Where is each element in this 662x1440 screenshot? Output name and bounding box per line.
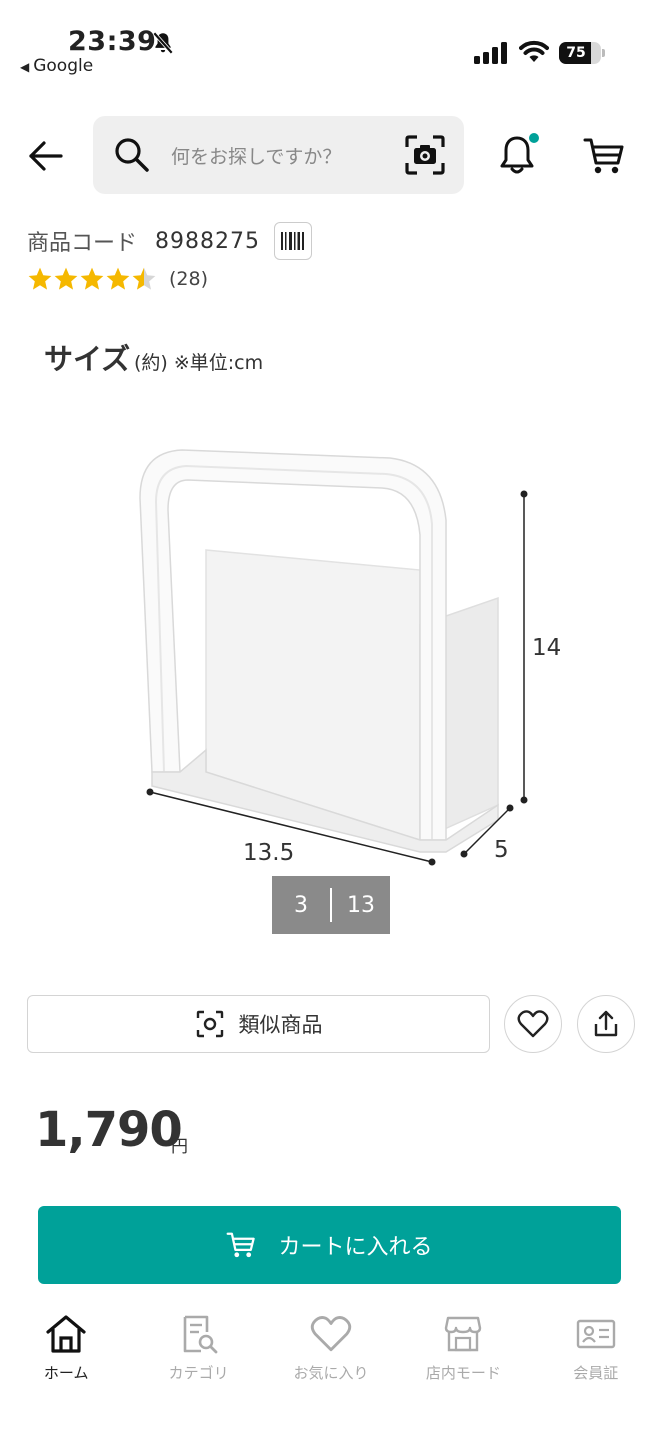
add-to-cart-label: カートに入れる	[278, 1235, 433, 1260]
signal-icon	[474, 42, 507, 64]
price-unit: 円	[171, 1137, 188, 1157]
nav-favorites[interactable]: お気に入り	[265, 1300, 397, 1410]
pager-current: 3	[294, 892, 308, 918]
size-title: サイズ	[44, 342, 131, 376]
add-to-cart-button[interactable]: カートに入れる	[38, 1206, 621, 1284]
back-to-app-link[interactable]: ◀ Google	[20, 56, 93, 76]
dimension-depth: 5	[494, 837, 509, 863]
cart-icon	[227, 1232, 256, 1258]
rating-row[interactable]: (28)	[27, 266, 208, 292]
share-icon	[594, 1010, 618, 1037]
nav-store-mode[interactable]: 店内モード	[397, 1300, 529, 1410]
nav-home-label: ホーム	[43, 1364, 89, 1382]
nav-member-card-label: 会員証	[573, 1364, 619, 1382]
store-icon	[445, 1316, 482, 1352]
nav-favorites-label: お気に入り	[293, 1364, 369, 1382]
camera-scan-icon[interactable]	[403, 133, 447, 177]
nav-category[interactable]: カテゴリ	[132, 1300, 264, 1410]
similar-products-button[interactable]: 類似商品	[27, 995, 490, 1053]
product-code-label: 商品コード	[27, 231, 138, 256]
product-code-value: 8988275	[155, 228, 260, 254]
product-image	[139, 449, 528, 866]
member-card-icon	[576, 1319, 615, 1349]
status-bar: 23:39 ◀ Google 75	[0, 0, 662, 100]
star-icon	[106, 267, 130, 290]
search-icon	[115, 138, 149, 172]
category-icon	[183, 1315, 217, 1354]
status-time: 23:39	[68, 26, 157, 57]
product-code-row: 商品コード 8988275	[27, 222, 312, 260]
star-icon	[80, 267, 104, 290]
nav-home[interactable]: ホーム	[0, 1300, 132, 1410]
battery-cap	[602, 49, 605, 57]
battery-indicator: 75	[559, 42, 601, 64]
wifi-icon	[519, 40, 549, 62]
price-amount: 1,790	[35, 1102, 183, 1158]
pager-total: 13	[347, 892, 375, 918]
size-note: (約) ※単位:cm	[134, 352, 264, 374]
search-bar[interactable]: 何をお探しですか？	[93, 116, 464, 194]
bottom-navigation: ホーム カテゴリ お気に入り 店内モード 会員証	[0, 1300, 662, 1410]
image-pager: 3 13	[272, 876, 390, 934]
back-arrow-icon[interactable]	[26, 136, 66, 176]
notification-dot	[527, 131, 541, 145]
back-triangle-icon: ◀	[20, 60, 30, 74]
similar-products-label: 類似商品	[238, 1013, 323, 1037]
rating-stars	[27, 266, 157, 292]
search-input[interactable]: 何をお探しですか？	[171, 142, 341, 169]
heart-icon	[310, 1316, 352, 1352]
review-count[interactable]: (28)	[169, 268, 208, 290]
dimension-width: 13.5	[243, 840, 295, 866]
back-app-label: Google	[33, 56, 94, 76]
battery-percent: 75	[566, 45, 586, 61]
bell-off-icon	[152, 31, 174, 55]
cart-icon[interactable]	[583, 136, 625, 176]
nav-member-card[interactable]: 会員証	[530, 1300, 662, 1410]
scan-icon	[196, 1010, 223, 1038]
dimension-height: 14	[532, 635, 562, 661]
heart-icon	[517, 1010, 549, 1038]
home-icon	[46, 1315, 86, 1353]
star-icon	[132, 267, 156, 290]
nav-category-label: カテゴリ	[168, 1364, 229, 1382]
share-button[interactable]	[577, 995, 635, 1053]
barcode-icon[interactable]	[274, 222, 312, 260]
favorite-button[interactable]	[504, 995, 562, 1053]
star-icon	[28, 267, 52, 290]
star-icon	[54, 267, 78, 290]
nav-store-mode-label: 店内モード	[425, 1364, 501, 1382]
